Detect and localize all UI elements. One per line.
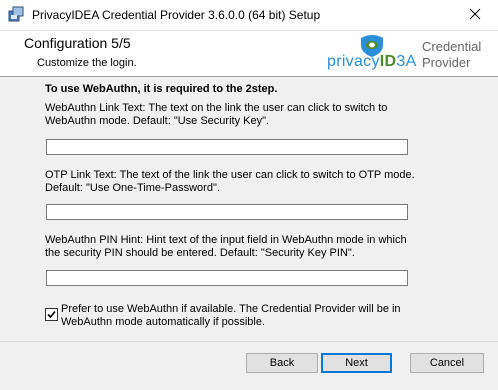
logo-tagline-line2: Provider: [422, 55, 471, 70]
title-bar: PrivacyIDEA Credential Provider 3.6.0.0 …: [0, 0, 498, 31]
page-title: Configuration 5/5: [24, 35, 131, 51]
dialog-header: Configuration 5/5 Customize the login. p…: [0, 31, 498, 77]
close-button[interactable]: [452, 0, 498, 30]
otp-link-input[interactable]: [46, 204, 408, 220]
prefer-webauthn-checkbox[interactable]: [45, 308, 58, 321]
logo-tagline: Credential Provider: [422, 39, 481, 71]
installer-icon: [8, 6, 24, 22]
back-button[interactable]: Back: [246, 353, 318, 373]
next-button[interactable]: Next: [321, 353, 392, 373]
webauthn-link-description: WebAuthn Link Text: The text on the link…: [45, 102, 388, 127]
page-subtitle: Customize the login.: [37, 57, 137, 69]
cancel-button[interactable]: Cancel: [410, 353, 484, 373]
webauthn-link-input[interactable]: [46, 139, 408, 155]
close-icon: [469, 8, 481, 23]
logo-word-part3: 3A: [396, 53, 417, 70]
pin-hint-description: WebAuthn PIN Hint: Hint text of the inpu…: [45, 234, 407, 259]
logo-word-part2: ID: [379, 53, 397, 70]
dialog-footer: Back Next Cancel: [0, 341, 498, 390]
prefer-webauthn-label[interactable]: Prefer to use WebAuthn if available. The…: [61, 303, 411, 329]
checkmark-icon: [47, 310, 56, 319]
otp-link-description: OTP Link Text: The text of the link the …: [45, 169, 415, 194]
logo-tagline-line1: Credential: [422, 39, 482, 54]
logo-wordmark: privacyID3A: [327, 53, 417, 71]
window-title: PrivacyIDEA Credential Provider 3.6.0.0 …: [32, 8, 321, 22]
dialog-body: To use WebAuthn, it is required to the 2…: [0, 77, 498, 341]
logo-word-part1: privacy: [327, 53, 380, 70]
section-heading: To use WebAuthn, it is required to the 2…: [45, 83, 278, 95]
pin-hint-input[interactable]: [46, 270, 408, 286]
